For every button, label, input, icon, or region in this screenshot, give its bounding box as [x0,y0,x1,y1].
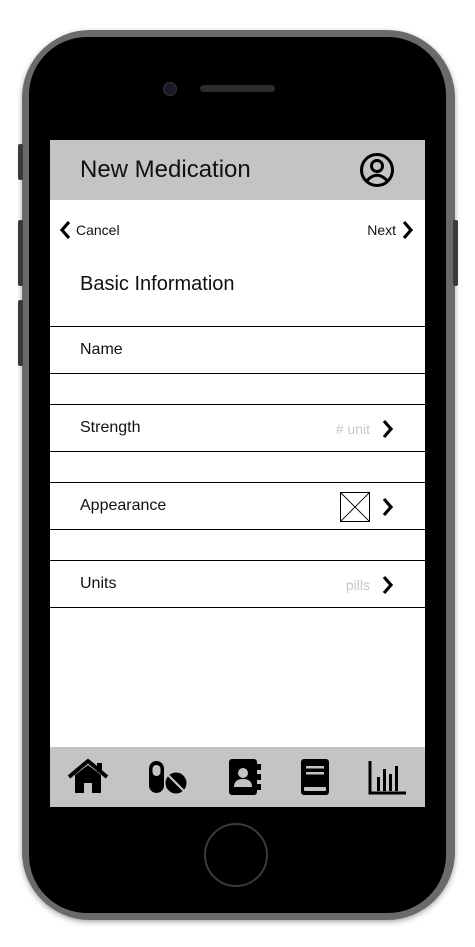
home-button[interactable] [204,823,268,887]
app-screen: New Medication Cancel Next Basic Informa… [50,140,425,807]
phone-volume-down [18,300,23,366]
phone-power-button [453,220,458,286]
units-field-row[interactable]: Units pills [50,560,425,608]
units-field-label: Units [80,575,117,592]
home-icon[interactable] [67,757,109,797]
chevron-right-icon [382,419,394,439]
front-camera [163,82,177,96]
page-title: New Medication [80,156,251,183]
contacts-icon[interactable] [223,757,265,797]
name-field-row[interactable]: Name [50,326,425,374]
appearance-field-label: Appearance [80,497,167,514]
section-title: Basic Information [80,273,235,295]
tab-bar [50,747,425,807]
chevron-right-icon [402,220,414,240]
appearance-field-row[interactable]: Appearance [50,482,425,530]
app-header: New Medication [50,140,425,200]
user-circle-icon[interactable] [359,152,395,188]
units-placeholder: pills [345,577,370,593]
next-button[interactable]: Next [367,219,415,241]
next-label: Next [367,222,396,238]
phone-volume-up [18,220,23,286]
strength-placeholder: # unit [335,421,370,437]
chart-icon[interactable] [366,757,408,797]
name-field-label: Name [80,341,123,358]
navigation-bar: Cancel Next [50,215,425,245]
book-icon[interactable] [293,757,335,797]
cancel-button[interactable]: Cancel [58,219,120,241]
chevron-right-icon [382,575,394,595]
strength-field-row[interactable]: Strength # unit [50,404,425,452]
earpiece-speaker [200,85,275,92]
image-placeholder-icon [340,492,370,522]
pills-icon[interactable] [146,757,188,797]
cancel-label: Cancel [76,222,120,238]
chevron-right-icon [382,497,394,517]
phone-mute-switch [18,144,23,180]
chevron-left-icon [59,220,71,240]
strength-field-label: Strength [80,419,141,436]
